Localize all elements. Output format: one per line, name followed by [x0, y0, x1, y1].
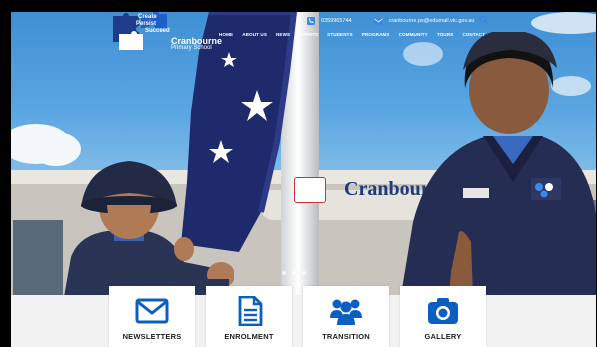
tile-transition[interactable]: TRANSITION [303, 286, 389, 347]
main-nav: HOME ABOUT US NEWS EVENTS STUDENTS PROGR… [219, 32, 485, 37]
slider-dots [282, 271, 306, 275]
building-window [13, 220, 63, 295]
envelope-icon [135, 298, 169, 324]
school-logo[interactable]: Create Persist Succeed Cranbourne Primar… [111, 12, 222, 58]
logo-tagline-create: Create [138, 14, 157, 20]
email-address[interactable]: cranbourne.ps@edumail.vic.gov.au [389, 18, 475, 24]
tile-gallery[interactable]: GALLERY [400, 286, 486, 347]
nav-item-news[interactable]: NEWS [276, 32, 290, 37]
camera-icon [428, 298, 458, 324]
people-icon [330, 299, 362, 325]
school-homepage: Cranbourne P Create Persist Succeed Cran… [11, 12, 596, 347]
tile-label: TRANSITION [322, 332, 370, 341]
tile-label: GALLERY [424, 332, 462, 341]
logo-subtitle: Primary School [171, 45, 212, 51]
search-icon[interactable] [479, 15, 489, 25]
tile-newsletters[interactable]: NEWSLETTERS [109, 286, 195, 347]
student-girl-image [64, 161, 234, 295]
contact-bar: 0359965744 cranbourne.ps@edumail.vic.gov… [307, 15, 474, 27]
screenshot-frame: Cranbourne P Create Persist Succeed Cran… [0, 0, 597, 347]
phone-number[interactable]: 0359965744 [321, 18, 352, 24]
slider-dot[interactable] [302, 271, 306, 275]
nav-item-events[interactable]: EVENTS [299, 32, 318, 37]
nav-item-community[interactable]: COMMUNITY [399, 32, 428, 37]
logo-tagline-succeed: Succeed [145, 28, 170, 34]
student-boy-image [401, 32, 596, 295]
cloud [531, 12, 596, 34]
nav-item-programs[interactable]: PROGRAMS [362, 32, 390, 37]
tile-label: ENROLMENT [224, 332, 274, 341]
tile-enrolment[interactable]: ENROLMENT [206, 286, 292, 347]
slider-dot-active[interactable] [292, 271, 296, 275]
nav-item-home[interactable]: HOME [219, 32, 233, 37]
tile-label: NEWSLETTERS [122, 332, 182, 341]
phone-icon [307, 17, 315, 25]
hero-slider[interactable]: Cranbourne P Create Persist Succeed Cran… [11, 12, 596, 295]
slider-dot[interactable] [282, 271, 286, 275]
nav-item-students[interactable]: STUDENTS [327, 32, 353, 37]
document-icon [238, 296, 263, 326]
logo-tagline-persist: Persist [136, 21, 157, 27]
envelope-icon [373, 17, 383, 25]
nav-item-about-us[interactable]: ABOUT US [242, 32, 267, 37]
nav-item-contact[interactable]: CONTACT [462, 32, 485, 37]
nav-item-tours[interactable]: TOURS [437, 32, 454, 37]
